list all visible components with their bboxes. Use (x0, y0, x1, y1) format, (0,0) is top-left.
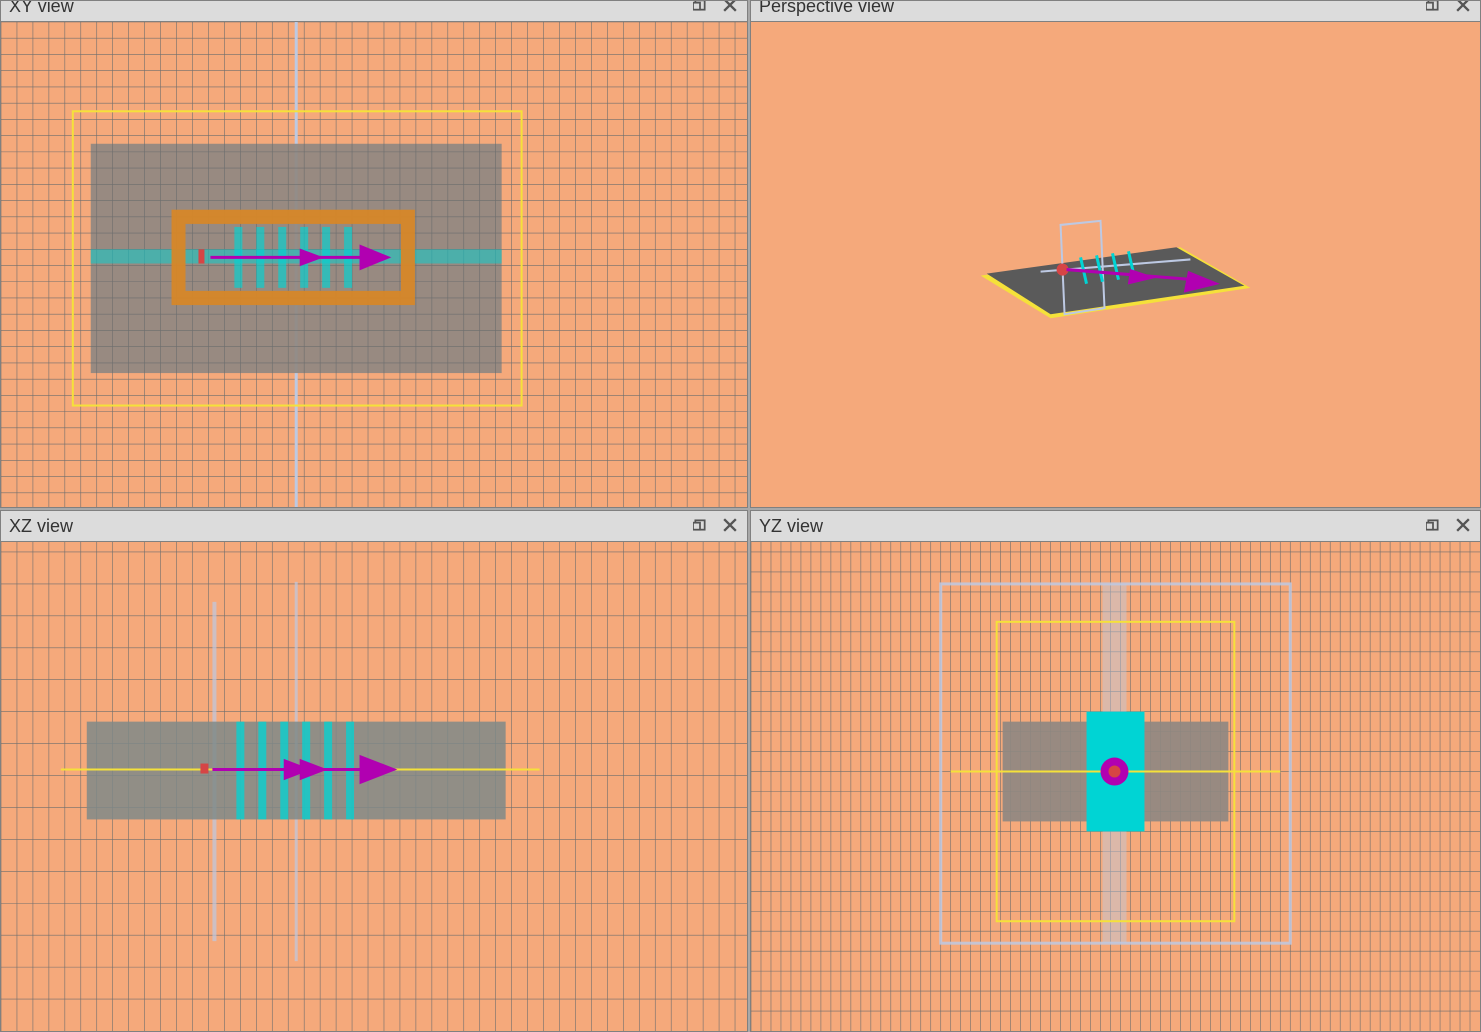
maximize-icon (693, 518, 707, 535)
close-icon (1456, 0, 1470, 15)
maximize-icon (1426, 0, 1440, 15)
maximize-icon (693, 0, 707, 15)
panel-xz-header: XZ view (1, 511, 747, 542)
panel-xy-maximize-button[interactable] (689, 0, 711, 17)
panel-xz: XZ view (0, 510, 748, 1032)
close-icon (1456, 518, 1470, 535)
panel-xz-title: XZ view (9, 516, 689, 537)
panel-xz-close-button[interactable] (719, 515, 741, 537)
panel-yz-maximize-button[interactable] (1422, 515, 1444, 537)
yz-viewport[interactable] (751, 542, 1480, 1031)
panel-xy-title: XY view (9, 0, 689, 17)
panel-yz-close-button[interactable] (1452, 515, 1474, 537)
panel-xy-controls (689, 0, 741, 17)
xz-viewport[interactable] (1, 542, 747, 1031)
panel-xy: XY view (0, 0, 748, 508)
panel-xy-close-button[interactable] (719, 0, 741, 17)
maximize-icon (1426, 518, 1440, 535)
panel-yz-header: YZ view (751, 511, 1480, 542)
panel-xy-header: XY view (1, 0, 747, 22)
panel-perspective-header: Perspective view (751, 0, 1480, 22)
perspective-viewport[interactable] (751, 22, 1480, 507)
panel-yz: YZ view (750, 510, 1481, 1032)
close-icon (723, 518, 737, 535)
close-icon (723, 0, 737, 15)
panel-yz-title: YZ view (759, 516, 1422, 537)
xy-viewport[interactable] (1, 22, 747, 507)
panel-perspective: Perspective view (750, 0, 1481, 508)
panel-perspective-title: Perspective view (759, 0, 1422, 17)
panel-xz-maximize-button[interactable] (689, 515, 711, 537)
panel-perspective-close-button[interactable] (1452, 0, 1474, 17)
panel-perspective-maximize-button[interactable] (1422, 0, 1444, 17)
